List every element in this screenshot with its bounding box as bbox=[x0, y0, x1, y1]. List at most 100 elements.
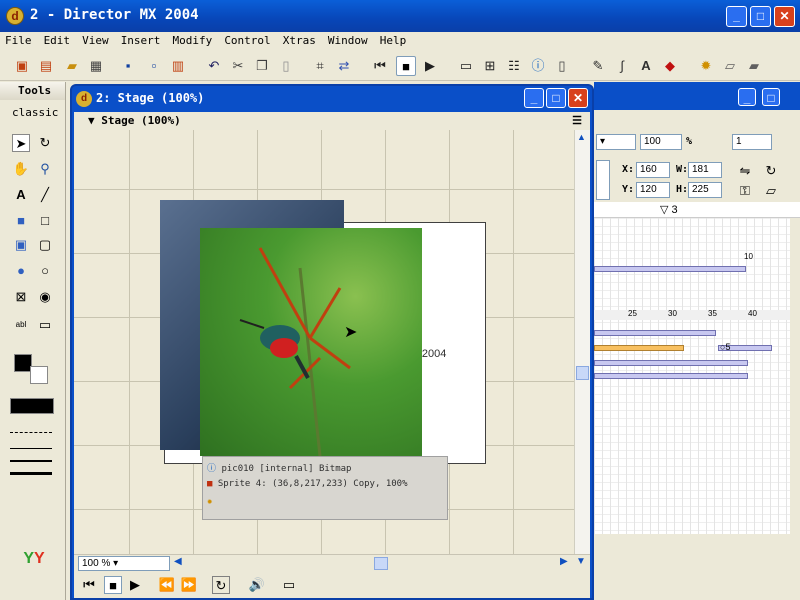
sprite-span-1[interactable] bbox=[594, 266, 746, 272]
publish-icon[interactable]: ▥ bbox=[168, 56, 188, 76]
step-forward-icon[interactable]: ⏩ bbox=[180, 576, 198, 594]
filled-round-rect-icon[interactable]: ▣ bbox=[12, 236, 30, 254]
shockwave-3d-icon[interactable]: ◆ bbox=[660, 56, 680, 76]
filled-rect-icon[interactable]: ■ bbox=[12, 212, 30, 230]
rewind-icon[interactable]: ⏮ bbox=[370, 56, 390, 76]
hand-tool-icon[interactable]: ✋ bbox=[12, 160, 30, 178]
find-icon[interactable]: ⌗ bbox=[310, 56, 330, 76]
arrow-tool-icon[interactable]: ➤ bbox=[12, 134, 30, 152]
scroll-right-icon[interactable]: ▶ bbox=[560, 556, 568, 567]
new-cast-icon[interactable]: ▤ bbox=[36, 56, 56, 76]
panel-maximize-button[interactable]: □ bbox=[762, 88, 780, 106]
flip-icon[interactable]: ⇋ bbox=[736, 162, 754, 180]
tools-mode[interactable]: classic bbox=[0, 100, 65, 119]
line-dotted-option[interactable] bbox=[10, 432, 52, 433]
selected-sprite-span[interactable] bbox=[594, 345, 684, 351]
menu-insert[interactable]: Insert bbox=[116, 32, 165, 47]
message-icon[interactable]: ▰ bbox=[744, 56, 764, 76]
menu-view[interactable]: View bbox=[77, 32, 113, 47]
stage-close-button[interactable]: ✕ bbox=[568, 88, 588, 108]
menu-modify[interactable]: Modify bbox=[168, 32, 217, 47]
field-tool-icon[interactable]: abl bbox=[12, 316, 30, 334]
line-thick-option[interactable] bbox=[10, 472, 52, 475]
channel-field[interactable]: 1 bbox=[732, 134, 772, 150]
line-thin-option[interactable] bbox=[10, 448, 52, 449]
background-color-swatch[interactable] bbox=[30, 366, 48, 384]
stop-icon[interactable]: ■ bbox=[104, 576, 122, 594]
stage-minimize-button[interactable]: _ bbox=[524, 88, 544, 108]
sprite-span-4[interactable] bbox=[594, 373, 748, 379]
lock-icon[interactable]: ⚿ bbox=[736, 182, 754, 200]
cast-window-icon[interactable]: ⊞ bbox=[480, 56, 500, 76]
radio-tool-icon[interactable]: ◉ bbox=[36, 288, 54, 306]
open-icon[interactable]: ▰ bbox=[62, 56, 82, 76]
play-icon[interactable]: ▶ bbox=[420, 56, 440, 76]
sprite-span-3[interactable] bbox=[594, 360, 748, 366]
rotate-property-icon[interactable]: ↻ bbox=[762, 162, 780, 180]
line-medium-option[interactable] bbox=[10, 460, 52, 462]
stage-options-icon[interactable]: ☰ bbox=[572, 114, 582, 127]
stop-icon[interactable]: ■ bbox=[396, 56, 416, 76]
skew-icon[interactable]: ▱ bbox=[762, 182, 780, 200]
sprite-dropdown[interactable]: ▾ bbox=[596, 134, 636, 150]
text-tool-icon[interactable]: A bbox=[12, 186, 30, 204]
sunbird-bitmap[interactable] bbox=[200, 228, 422, 457]
line-tool-icon[interactable]: ╱ bbox=[36, 186, 54, 204]
blend-field[interactable] bbox=[596, 160, 610, 200]
pattern-swatch[interactable] bbox=[10, 398, 54, 414]
menu-edit[interactable]: Edit bbox=[39, 32, 75, 47]
loop-icon[interactable]: ↻ bbox=[212, 576, 230, 594]
property-inspector-icon[interactable]: ⓘ bbox=[528, 56, 548, 76]
horizontal-scroll-thumb[interactable] bbox=[374, 557, 388, 570]
h-field[interactable]: 225 bbox=[688, 182, 722, 198]
button-tool-icon[interactable]: ▭ bbox=[36, 316, 54, 334]
vector-icon[interactable]: ∫ bbox=[612, 56, 632, 76]
close-button[interactable]: ✕ bbox=[774, 6, 795, 27]
w-field[interactable]: 181 bbox=[688, 162, 722, 178]
scroll-down-icon[interactable]: ▼ bbox=[576, 556, 586, 567]
stage-maximize-button[interactable]: □ bbox=[546, 88, 566, 108]
filled-ellipse-icon[interactable]: ● bbox=[12, 262, 30, 280]
scroll-thumb[interactable] bbox=[576, 366, 589, 380]
library-icon[interactable]: ▯ bbox=[552, 56, 572, 76]
rotate-tool-icon[interactable]: ↻ bbox=[36, 134, 54, 152]
menu-control[interactable]: Control bbox=[219, 32, 274, 47]
menu-help[interactable]: Help bbox=[375, 32, 411, 47]
checkbox-tool-icon[interactable]: ⊠ bbox=[12, 288, 30, 306]
rewind-icon[interactable]: ⏮ bbox=[80, 576, 98, 594]
selected-frames-icon[interactable]: ▭ bbox=[280, 576, 298, 594]
score-scrollbar[interactable] bbox=[790, 218, 800, 534]
step-back-icon[interactable]: ⏪ bbox=[158, 576, 176, 594]
rect-icon[interactable]: □ bbox=[36, 212, 54, 230]
scroll-left-icon[interactable]: ◀ bbox=[174, 556, 182, 567]
zoom-menu[interactable]: 100 % ▾ bbox=[78, 556, 170, 571]
volume-icon[interactable]: 🔊 bbox=[248, 576, 266, 594]
behavior-icon[interactable]: ✹ bbox=[696, 56, 716, 76]
new-movie-icon[interactable]: ▣ bbox=[12, 56, 32, 76]
menu-xtras[interactable]: Xtras bbox=[278, 32, 320, 47]
maximize-button[interactable]: □ bbox=[750, 6, 771, 27]
undo-icon[interactable]: ↶ bbox=[204, 56, 224, 76]
menu-file[interactable]: File bbox=[0, 32, 36, 47]
zoom-field[interactable]: 100 bbox=[640, 134, 682, 150]
paste-icon[interactable]: ▯ bbox=[276, 56, 296, 76]
stage-vertical-scrollbar[interactable]: ▲ bbox=[574, 130, 590, 554]
exchange-icon[interactable]: ⇄ bbox=[334, 56, 354, 76]
text-icon[interactable]: A bbox=[636, 56, 656, 76]
play-icon[interactable]: ▶ bbox=[126, 576, 144, 594]
import-icon[interactable]: ▦ bbox=[86, 56, 106, 76]
minimize-button[interactable]: _ bbox=[726, 6, 747, 27]
score-window-icon[interactable]: ☷ bbox=[504, 56, 524, 76]
stage-canvas[interactable]: ©director 2004 ➤ ⓘ pic010 [internal] Bit… bbox=[74, 130, 574, 554]
cut-icon[interactable]: ✂ bbox=[228, 56, 248, 76]
copy-icon[interactable]: ❐ bbox=[252, 56, 272, 76]
save-all-icon[interactable]: ▫ bbox=[144, 56, 164, 76]
scroll-up-icon[interactable]: ▲ bbox=[577, 132, 586, 142]
save-icon[interactable]: ▪ bbox=[118, 56, 138, 76]
script-icon[interactable]: ▱ bbox=[720, 56, 740, 76]
zoom-tool-icon[interactable]: ⚲ bbox=[36, 160, 54, 178]
panel-minimize-button[interactable]: _ bbox=[738, 88, 756, 106]
round-rect-icon[interactable]: ▢ bbox=[36, 236, 54, 254]
ellipse-icon[interactable]: ○ bbox=[36, 262, 54, 280]
y-field[interactable]: 120 bbox=[636, 182, 670, 198]
